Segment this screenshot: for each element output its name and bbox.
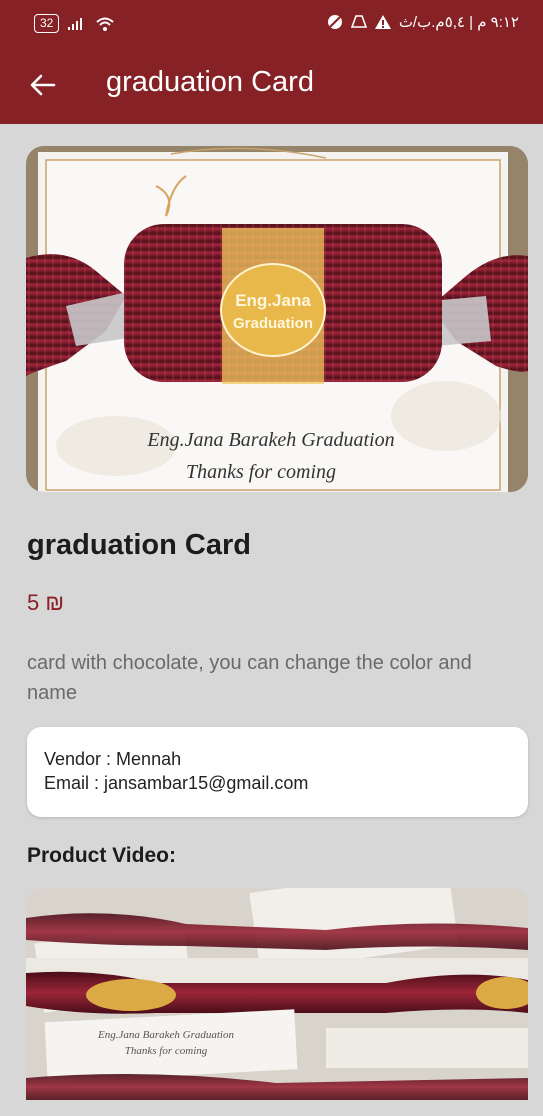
product-video-heading: Product Video: bbox=[27, 844, 176, 867]
do-not-disturb-icon bbox=[327, 15, 342, 29]
vendor-email[interactable]: Email : jansambar15@gmail.com bbox=[44, 771, 511, 795]
status-time: ٩:١٢ م | ٥,٤م.ب/ث bbox=[398, 14, 519, 31]
card-text-line1: Eng.Jana Barakeh Graduation bbox=[146, 429, 394, 451]
vendor-name: Vendor : Mennah bbox=[44, 749, 182, 769]
card-text-line2: Thanks for coming bbox=[186, 461, 336, 483]
video-frame-text-line2: Thanks for coming bbox=[125, 1045, 208, 1057]
wifi-icon bbox=[96, 17, 115, 31]
vendor-card: Vendor : Mennah Email : jansambar15@gmai… bbox=[27, 727, 528, 817]
sticker-text-line1: Eng.Jana bbox=[235, 291, 311, 310]
signal-icon bbox=[68, 17, 83, 30]
video-frame-text-line1: Eng.Jana Barakeh Graduation bbox=[97, 1029, 234, 1041]
product-video-player[interactable]: Eng.Jana Barakeh Graduation Thanks for c… bbox=[26, 888, 528, 1100]
warning-icon bbox=[374, 15, 391, 29]
status-left: 32 bbox=[34, 14, 115, 33]
app-bar: 32 ٩:١٢ م | ٥,٤م.ب/ث graduation Card bbox=[0, 0, 543, 124]
page-title: graduation Card bbox=[106, 66, 314, 98]
sticker-text-line2: Graduation bbox=[233, 315, 313, 332]
product-price: 5 ₪ bbox=[27, 590, 65, 615]
product-title: graduation Card bbox=[27, 529, 251, 561]
back-arrow-icon bbox=[30, 74, 56, 96]
status-right: ٩:١٢ م | ٥,٤م.ب/ث bbox=[327, 13, 519, 31]
product-image: Eng.Jana Graduation Eng.Jana Barakeh Gra… bbox=[26, 146, 528, 492]
back-button[interactable] bbox=[28, 70, 64, 100]
product-description: card with chocolate, you can change the … bbox=[27, 652, 472, 704]
drive-icon bbox=[350, 15, 367, 28]
battery-indicator: 32 bbox=[34, 14, 60, 33]
status-bar: 32 ٩:١٢ م | ٥,٤م.ب/ث bbox=[0, 0, 543, 46]
